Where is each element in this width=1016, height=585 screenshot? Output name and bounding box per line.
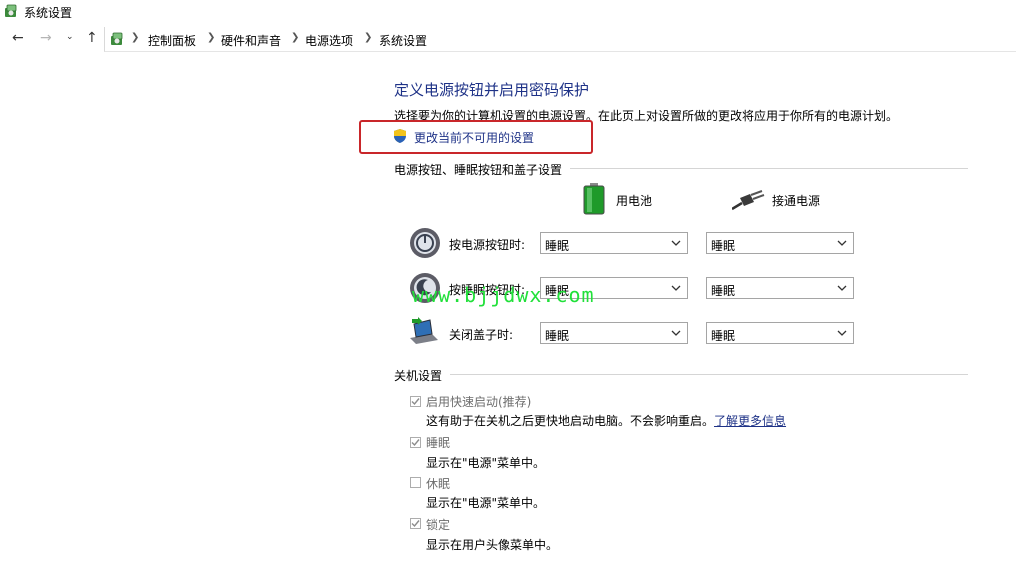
- breadcrumb-separator-icon[interactable]: ❯: [364, 32, 372, 43]
- address-bar: ← → ⌄ ↑ ❯ 控制面板 ❯ 硬件和声音 ❯ 电源选项 ❯ 系统设置: [0, 26, 1016, 52]
- power-plug-icon: [732, 190, 765, 211]
- sleep-description: 显示在"电源"菜单中。: [426, 456, 546, 470]
- recent-locations-chevron-icon[interactable]: ⌄: [66, 32, 74, 42]
- hibernate-description: 显示在"电源"菜单中。: [426, 496, 546, 510]
- section-divider: [570, 168, 968, 169]
- plugged-in-column-label: 接通电源: [772, 194, 821, 208]
- sleep-checkbox[interactable]: [410, 437, 421, 448]
- checkmark-icon: [411, 398, 420, 406]
- chevron-down-icon: [837, 330, 847, 336]
- breadcrumb-control-panel[interactable]: 控制面板: [148, 32, 196, 49]
- close-lid-plugged-select[interactable]: 睡眠: [706, 322, 854, 344]
- breadcrumb-separator-icon[interactable]: ❯: [131, 32, 139, 43]
- checkmark-icon: [411, 520, 420, 528]
- hibernate-checkbox[interactable]: [410, 477, 421, 488]
- page-title: 定义电源按钮并启用密码保护: [394, 81, 590, 99]
- back-arrow-icon[interactable]: ←: [12, 30, 24, 46]
- learn-more-link[interactable]: 了解更多信息: [714, 414, 786, 428]
- laptop-lid-icon: [410, 317, 438, 344]
- breadcrumb[interactable]: ❯ 控制面板 ❯ 硬件和声音 ❯ 电源选项 ❯ 系统设置: [104, 27, 1016, 52]
- watermark: www.bjjdwx.com: [412, 283, 595, 307]
- sleep-button-plugged-select[interactable]: 睡眠: [706, 277, 854, 299]
- fast-startup-label: 启用快速启动(推荐): [426, 395, 532, 409]
- power-buttons-section-title: 电源按钮、睡眠按钮和盖子设置: [394, 163, 563, 177]
- breadcrumb-power-options[interactable]: 电源选项: [305, 32, 353, 49]
- chevron-down-icon: [837, 240, 847, 246]
- breadcrumb-hardware-sound[interactable]: 硬件和声音: [221, 32, 281, 49]
- control-panel-icon: [111, 32, 123, 45]
- window-title: 系统设置: [24, 6, 73, 20]
- chevron-down-icon: [671, 330, 681, 336]
- battery-icon: [583, 183, 605, 215]
- power-button-label: 按电源按钮时:: [449, 238, 526, 252]
- forward-arrow-icon[interactable]: →: [40, 30, 52, 46]
- shutdown-section-title: 关机设置: [394, 369, 443, 383]
- breadcrumb-separator-icon[interactable]: ❯: [291, 32, 299, 43]
- power-button-icon: [410, 228, 440, 258]
- change-unavailable-settings-link[interactable]: 更改当前不可用的设置: [414, 129, 534, 146]
- close-lid-battery-select[interactable]: 睡眠: [540, 322, 688, 344]
- uac-shield-icon: [394, 129, 406, 143]
- sleep-label: 睡眠: [426, 436, 451, 450]
- power-button-plugged-select[interactable]: 睡眠: [706, 232, 854, 254]
- section-divider: [450, 374, 968, 375]
- power-options-icon: [5, 4, 17, 17]
- breadcrumb-system-settings[interactable]: 系统设置: [379, 32, 427, 49]
- breadcrumb-separator-icon[interactable]: ❯: [207, 32, 215, 43]
- lock-label: 锁定: [426, 518, 451, 532]
- checkmark-icon: [411, 439, 420, 447]
- chevron-down-icon: [837, 285, 847, 291]
- lock-checkbox[interactable]: [410, 518, 421, 529]
- power-button-battery-select[interactable]: 睡眠: [540, 232, 688, 254]
- chevron-down-icon: [671, 285, 681, 291]
- fast-startup-checkbox[interactable]: [410, 396, 421, 407]
- fast-startup-description: 这有助于在关机之后更快地启动电脑。不会影响重启。了解更多信息: [426, 414, 787, 428]
- lock-description: 显示在用户头像菜单中。: [426, 538, 559, 552]
- hibernate-label: 休眠: [426, 477, 451, 491]
- close-lid-label: 关闭盖子时:: [449, 328, 514, 342]
- title-bar: 系统设置: [0, 0, 1016, 24]
- battery-column-label: 用电池: [616, 194, 653, 208]
- up-arrow-icon[interactable]: ↑: [86, 30, 98, 46]
- chevron-down-icon: [671, 240, 681, 246]
